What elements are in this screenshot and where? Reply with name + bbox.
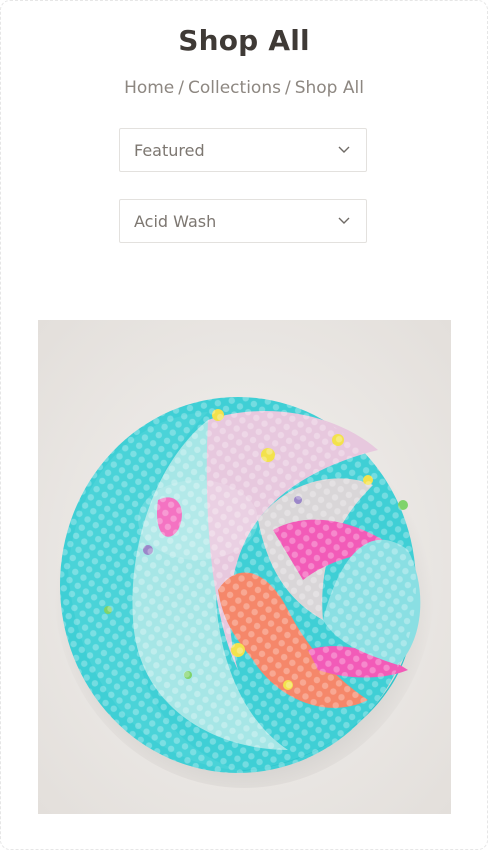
breadcrumb-home-link[interactable]: Home xyxy=(124,78,174,98)
chevron-down-icon xyxy=(338,217,350,224)
chevron-down-icon xyxy=(338,146,350,153)
sort-select[interactable]: Featured xyxy=(119,128,367,172)
breadcrumb-separator: / xyxy=(284,78,291,98)
sort-select-value: Featured xyxy=(134,141,205,160)
page-title: Shop All xyxy=(178,24,310,57)
breadcrumb: Home / Collections / Shop All xyxy=(0,78,488,98)
product-card[interactable] xyxy=(38,320,451,814)
breadcrumb-collections-link[interactable]: Collections xyxy=(188,78,281,98)
filter-select[interactable]: Acid Wash xyxy=(119,199,367,243)
filter-select-value: Acid Wash xyxy=(134,212,217,231)
breadcrumb-current: Shop All xyxy=(294,78,364,98)
product-image[interactable] xyxy=(38,320,451,814)
breadcrumb-separator: / xyxy=(178,78,184,98)
